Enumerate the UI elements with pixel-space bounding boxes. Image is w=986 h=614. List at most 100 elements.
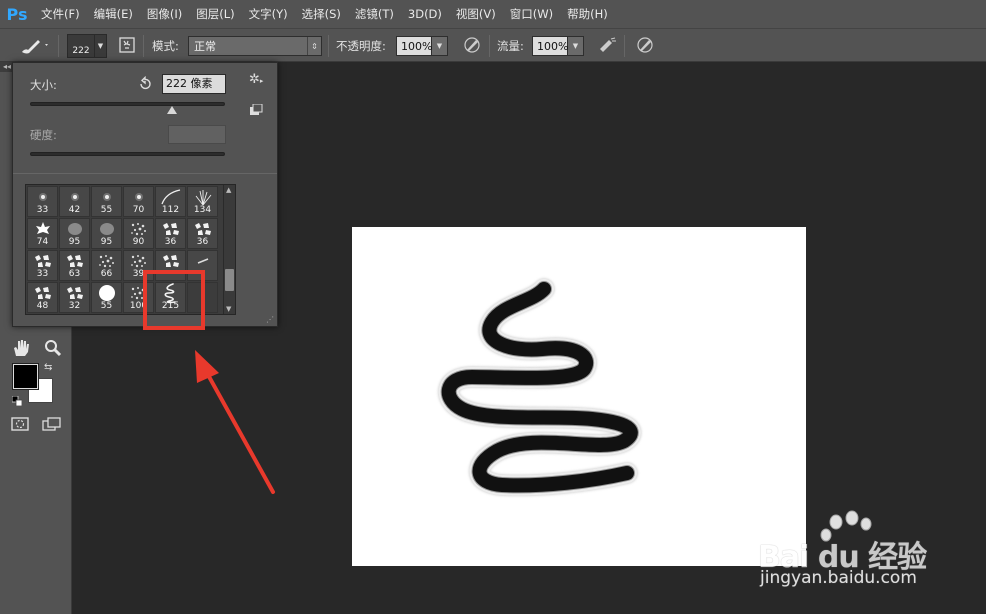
panel-divider xyxy=(13,173,277,174)
brush-preset-leaf-7[interactable]: 95 xyxy=(59,218,90,249)
annotation-arrow xyxy=(195,350,275,494)
resize-grip-icon[interactable]: ⋰ xyxy=(266,315,274,324)
pressure-opacity-button[interactable] xyxy=(461,34,483,56)
dot-soft-icon xyxy=(124,189,153,205)
brush-preset-size: 134 xyxy=(193,205,212,215)
brush-preset-leaf-8[interactable]: 95 xyxy=(91,218,122,249)
menu-image[interactable]: 图像(I) xyxy=(140,0,189,28)
brush-tool-icon xyxy=(22,39,48,53)
brush-preset-scatter-12[interactable]: 33 xyxy=(27,250,58,281)
quick-mask-icon[interactable] xyxy=(10,416,30,432)
brush-preset-scatter-11[interactable]: 36 xyxy=(187,218,218,249)
blend-mode-select[interactable]: 正常 ⇕ xyxy=(188,36,322,56)
size-slider-track[interactable] xyxy=(30,102,225,106)
brush-size-readout: 222 xyxy=(72,45,90,56)
foreground-color-swatch[interactable] xyxy=(12,363,39,390)
canvas-document[interactable] xyxy=(352,227,806,566)
size-label: 大小: xyxy=(30,78,57,92)
hardness-label: 硬度: xyxy=(30,128,57,142)
flow-label: 流量: xyxy=(497,38,524,53)
menu-bar: Ps 文件(F) 编辑(E) 图像(I) 图层(L) 文字(Y) 选择(S) 滤… xyxy=(0,0,986,28)
size-value-input[interactable]: 222 像素 xyxy=(162,74,226,94)
screen-mode-icon[interactable] xyxy=(42,416,64,432)
leaf-icon xyxy=(60,221,89,237)
brush-preset-dot-hard-20[interactable]: 55 xyxy=(91,282,122,313)
grid-scrollbar[interactable]: ▲ ▼ xyxy=(223,185,235,314)
brush-preset-stroke-curve-4[interactable]: 112 xyxy=(155,186,186,217)
brush-preset-grass-5[interactable]: 134 xyxy=(187,186,218,217)
swap-colors-icon[interactable]: ⇆ xyxy=(44,362,56,374)
brush-preset-size: 63 xyxy=(68,269,81,279)
brush-preset-dot-soft-1[interactable]: 42 xyxy=(59,186,90,217)
brush-preset-dot-soft-2[interactable]: 55 xyxy=(91,186,122,217)
zoom-tool-icon[interactable] xyxy=(42,338,64,358)
brush-panel-icon xyxy=(119,37,135,53)
pen-pressure-icon xyxy=(464,37,480,53)
brush-stroke-drawing xyxy=(438,278,641,496)
brush-preset-scatter-18[interactable]: 48 xyxy=(27,282,58,313)
pen-pressure-size-icon xyxy=(637,37,653,53)
hardness-value-input xyxy=(168,125,226,144)
brush-preset-dot-soft-0[interactable]: 33 xyxy=(27,186,58,217)
menu-view[interactable]: 视图(V) xyxy=(449,0,503,28)
stroke-curve-icon xyxy=(156,189,185,205)
airbrush-icon xyxy=(600,37,616,52)
menu-edit[interactable]: 编辑(E) xyxy=(87,0,140,28)
photoshop-logo[interactable]: Ps xyxy=(0,0,34,28)
brush-preset-texture-14[interactable]: 66 xyxy=(91,250,122,281)
brush-preset-dot-soft-3[interactable]: 70 xyxy=(123,186,154,217)
chevron-down-icon[interactable]: ▼ xyxy=(95,33,107,58)
menu-filter[interactable]: 滤镜(T) xyxy=(348,0,401,28)
grass-icon xyxy=(188,189,217,205)
size-slider-thumb[interactable] xyxy=(167,106,178,114)
menu-layer[interactable]: 图层(L) xyxy=(189,0,241,28)
menu-window[interactable]: 窗口(W) xyxy=(503,0,560,28)
select-arrows-icon: ⇕ xyxy=(307,37,321,55)
brush-preset-size: 95 xyxy=(100,237,113,247)
brush-preset-size: 42 xyxy=(68,205,81,215)
brush-preset-size: 32 xyxy=(68,301,81,311)
brush-preview: 222 xyxy=(67,33,95,58)
brush-preset-scatter-10[interactable]: 36 xyxy=(155,218,186,249)
menu-select[interactable]: 选择(S) xyxy=(295,0,348,28)
brush-preset-maple-leaf-6[interactable]: 74 xyxy=(27,218,58,249)
scroll-thumb[interactable] xyxy=(225,269,234,291)
airbrush-button[interactable] xyxy=(596,34,618,56)
opacity-input[interactable]: 100% xyxy=(396,36,432,56)
pressure-size-button[interactable] xyxy=(634,34,656,56)
texture-icon xyxy=(124,253,153,269)
texture-icon xyxy=(92,253,121,269)
brush-preset-size: 90 xyxy=(132,237,145,247)
default-colors-icon[interactable] xyxy=(11,395,23,407)
brush-preset-size: 66 xyxy=(100,269,113,279)
scatter-icon xyxy=(60,285,89,301)
scatter-icon xyxy=(188,221,217,237)
opacity-dropdown-icon[interactable]: ▼ xyxy=(432,36,448,56)
flow-input[interactable]: 100% xyxy=(532,36,568,56)
new-preset-icon[interactable] xyxy=(249,103,263,116)
scroll-up-icon[interactable]: ▲ xyxy=(226,186,231,194)
hardness-slider-track xyxy=(30,152,225,156)
menu-file[interactable]: 文件(F) xyxy=(34,0,87,28)
dot-hard-icon xyxy=(92,285,121,301)
hand-tool-icon[interactable] xyxy=(10,338,32,358)
tool-preset-picker[interactable] xyxy=(18,29,50,62)
dot-soft-icon xyxy=(60,189,89,205)
scatter-icon xyxy=(156,253,185,269)
brush-preset-scatter-13[interactable]: 63 xyxy=(59,250,90,281)
flow-dropdown-icon[interactable]: ▼ xyxy=(568,36,584,56)
menu-help[interactable]: 帮助(H) xyxy=(560,0,615,28)
scatter-icon xyxy=(156,221,185,237)
brush-preset-texture-9[interactable]: 90 xyxy=(123,218,154,249)
gear-icon[interactable]: ✲▸ xyxy=(249,72,269,88)
toggle-brush-panel-button[interactable] xyxy=(116,34,138,56)
menu-3d[interactable]: 3D(D) xyxy=(401,0,449,28)
options-bar: 222 ▼ 模式: 正常 ⇕ 不透明度: 100% ▼ 流量: 100% ▼ xyxy=(0,28,986,62)
scroll-down-icon[interactable]: ▼ xyxy=(226,305,231,313)
scatter-icon xyxy=(28,285,57,301)
reset-size-icon[interactable] xyxy=(137,75,153,92)
brush-preset-picker[interactable]: 222 ▼ xyxy=(67,29,107,62)
menu-type[interactable]: 文字(Y) xyxy=(242,0,295,28)
brush-preset-size: 36 xyxy=(196,237,209,247)
brush-preset-scatter-19[interactable]: 32 xyxy=(59,282,90,313)
